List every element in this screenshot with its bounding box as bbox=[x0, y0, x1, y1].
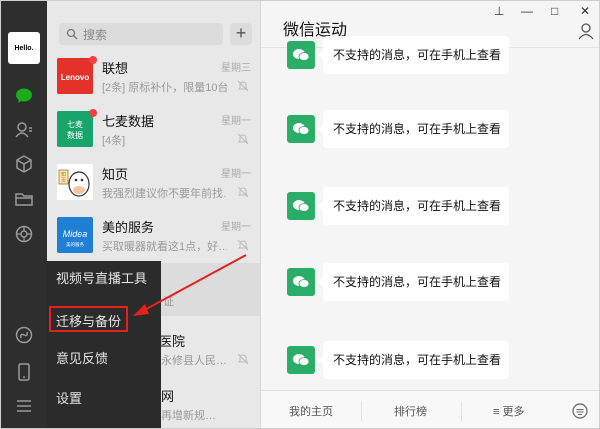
chat-area: 微信运动 ⊥ — □ ✕ 不支持的消息，可在手机上查看 不支持的消息，可在手机上… bbox=[261, 1, 599, 428]
lenovo-logo: Lenovo bbox=[57, 58, 93, 94]
more-options-menu: 视频号直播工具 迁移与备份 意见反馈 设置 bbox=[47, 261, 161, 428]
svg-text:页: 页 bbox=[61, 178, 66, 184]
zhiye-logo: 知页 bbox=[57, 164, 93, 200]
wechat-avatar bbox=[287, 115, 315, 143]
list-item[interactable]: Midea 美的服务 美的服务 买取暖器就看这1点，好… 星期一 bbox=[47, 210, 260, 263]
search-input[interactable]: 搜索 bbox=[59, 23, 223, 45]
wechat-avatar bbox=[287, 346, 315, 374]
folder-icon[interactable] bbox=[12, 187, 36, 211]
mute-icon bbox=[237, 239, 249, 251]
mute-icon bbox=[237, 353, 249, 365]
unread-dot bbox=[89, 109, 97, 117]
menu-item-video-live-tools[interactable]: 视频号直播工具 bbox=[47, 261, 161, 297]
qimai-logo: 七麦 数据 bbox=[57, 111, 93, 147]
conversation-name: 美的服务 bbox=[102, 220, 155, 235]
add-button[interactable]: + bbox=[230, 23, 252, 45]
mute-icon bbox=[237, 133, 249, 145]
mute-icon bbox=[237, 186, 249, 198]
highlight-box bbox=[49, 306, 128, 332]
divider bbox=[361, 401, 362, 421]
search-icon bbox=[66, 28, 78, 40]
svg-text:Lenovo: Lenovo bbox=[61, 73, 90, 82]
avatar[interactable]: Hello. bbox=[8, 32, 40, 64]
svg-text:七麦: 七麦 bbox=[67, 119, 83, 129]
message-bubble[interactable]: 不支持的消息，可在手机上查看 bbox=[318, 263, 509, 301]
list-item[interactable]: Lenovo 联想 [2条] 原标补仆，限量10台… 星期三 bbox=[47, 51, 260, 104]
more-button[interactable]: ≡ 更多 bbox=[493, 403, 524, 419]
search-placeholder: 搜索 bbox=[83, 28, 108, 42]
divider bbox=[461, 401, 462, 421]
ranking-button[interactable]: 排行榜 bbox=[394, 403, 427, 419]
phone-icon[interactable] bbox=[12, 360, 36, 384]
message-row: 不支持的消息，可在手机上查看 bbox=[287, 341, 587, 386]
conversation-preview: [2条] 原标补仆，限量10台… bbox=[102, 82, 227, 94]
menu-item-settings[interactable]: 设置 bbox=[47, 381, 161, 417]
conversation-time: 星期一 bbox=[221, 169, 251, 180]
wechat-avatar bbox=[287, 192, 315, 220]
conversation-name: 网 bbox=[161, 389, 175, 404]
conversation-time: 星期一 bbox=[221, 116, 251, 127]
unread-dot bbox=[89, 56, 97, 64]
wechat-window: Hello. 搜索 + Lenovo 联想 [2条] 原标补仆，限量10台… 星… bbox=[0, 0, 600, 429]
svg-text:Midea: Midea bbox=[63, 229, 88, 239]
message-row: 不支持的消息，可在手机上查看 bbox=[287, 187, 587, 232]
conversation-name: 知页 bbox=[102, 167, 129, 182]
mute-icon bbox=[237, 80, 249, 92]
midea-logo: Midea 美的服务 bbox=[57, 217, 93, 253]
left-icon-bar: Hello. bbox=[1, 1, 47, 428]
conversation-name: 医院 bbox=[159, 334, 186, 349]
mini-program-icon[interactable] bbox=[12, 323, 36, 347]
menu-item-feedback[interactable]: 意见反馈 bbox=[47, 341, 161, 377]
message-bubble[interactable]: 不支持的消息，可在手机上查看 bbox=[318, 110, 509, 148]
message-bubble[interactable]: 不支持的消息，可在手机上查看 bbox=[318, 341, 509, 379]
conversation-preview: 买取暖器就看这1点，好… bbox=[102, 241, 227, 253]
message-row: 不支持的消息，可在手机上查看 bbox=[287, 110, 587, 155]
minimize-button[interactable]: — bbox=[521, 4, 533, 18]
pin-icon[interactable]: ⊥ bbox=[494, 4, 504, 18]
conversation-preview: 永修县人民… bbox=[161, 355, 227, 367]
svg-text:知: 知 bbox=[61, 171, 66, 178]
message-bubble[interactable]: 不支持的消息，可在手机上查看 bbox=[318, 187, 509, 225]
moments-icon[interactable] bbox=[12, 222, 36, 246]
conversation-preview: [4条] bbox=[102, 135, 126, 147]
conversation-name: 七麦数据 bbox=[102, 114, 155, 129]
chat-icon[interactable] bbox=[12, 84, 36, 108]
wechat-avatar bbox=[287, 268, 315, 296]
svg-text:美的服务: 美的服务 bbox=[66, 241, 84, 248]
conversation-time: 星期三 bbox=[221, 63, 251, 74]
close-button[interactable]: ✕ bbox=[580, 4, 590, 18]
svg-text:数据: 数据 bbox=[67, 130, 83, 140]
conversation-preview: 我强烈建议你不要年前找… bbox=[102, 188, 227, 200]
list-item[interactable]: 七麦 数据 七麦数据 [4条] 星期一 bbox=[47, 104, 260, 157]
list-item[interactable]: 知页 知页 我强烈建议你不要年前找… 星期一 bbox=[47, 157, 260, 210]
contacts-icon[interactable] bbox=[12, 118, 36, 142]
wechat-avatar bbox=[287, 41, 315, 69]
conversation-time: 星期一 bbox=[221, 222, 251, 233]
conversation-preview: 再增新规… bbox=[161, 410, 216, 422]
message-bubble[interactable]: 不支持的消息，可在手机上查看 bbox=[318, 36, 509, 74]
cube-icon[interactable] bbox=[12, 152, 36, 176]
bottom-toolbar: 我的主页 排行榜 ≡ 更多 bbox=[261, 390, 599, 428]
my-homepage-button[interactable]: 我的主页 bbox=[289, 403, 333, 419]
menu-icon[interactable] bbox=[12, 394, 36, 418]
keyboard-icon[interactable] bbox=[572, 403, 588, 419]
conversation-name: 联想 bbox=[102, 61, 129, 76]
profile-icon[interactable] bbox=[577, 22, 595, 40]
message-row: 不支持的消息，可在手机上查看 bbox=[287, 263, 587, 308]
maximize-button[interactable]: □ bbox=[551, 4, 558, 18]
conversation-preview: 证 bbox=[163, 296, 174, 308]
message-row: 不支持的消息，可在手机上查看 bbox=[287, 36, 587, 81]
